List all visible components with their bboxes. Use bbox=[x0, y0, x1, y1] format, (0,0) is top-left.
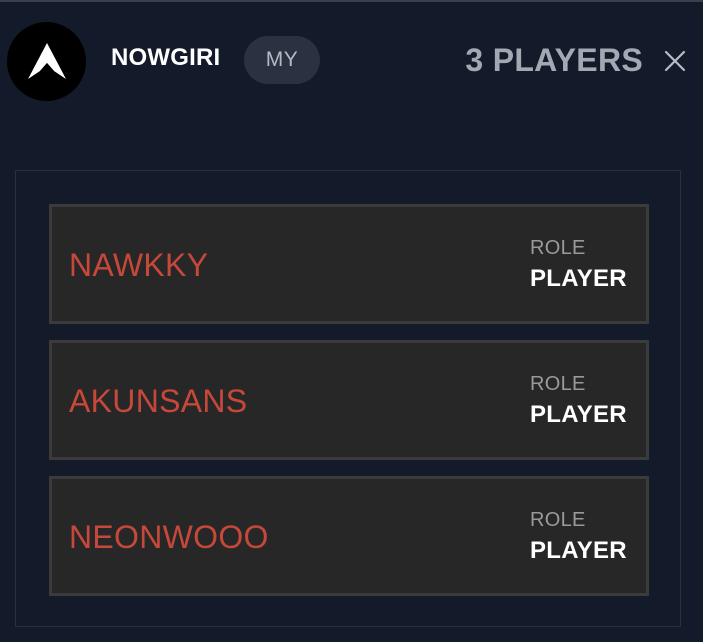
roster-row[interactable]: NAWKKY ROLE PLAYER bbox=[49, 204, 649, 324]
apex-logo-icon bbox=[7, 22, 86, 101]
close-button[interactable] bbox=[660, 46, 690, 76]
role-label: ROLE bbox=[530, 373, 586, 395]
close-icon bbox=[664, 50, 686, 72]
team-name: NOWGIRI bbox=[111, 44, 221, 71]
role-value: PLAYER bbox=[530, 401, 627, 428]
player-name: NAWKKY bbox=[69, 247, 209, 283]
player-name: AKUNSANS bbox=[69, 383, 248, 419]
my-team-badge: MY bbox=[244, 36, 320, 84]
role-value: PLAYER bbox=[530, 265, 627, 292]
roster-row[interactable]: NEONWOOO ROLE PLAYER bbox=[49, 476, 649, 596]
role-value: PLAYER bbox=[530, 537, 627, 564]
role-label: ROLE bbox=[530, 509, 586, 531]
role-label: ROLE bbox=[530, 237, 586, 259]
team-header: NOWGIRI MY 3 PLAYERS bbox=[0, 2, 703, 120]
player-count: 3 PLAYERS bbox=[465, 42, 643, 78]
roster-row[interactable]: AKUNSANS ROLE PLAYER bbox=[49, 340, 649, 460]
player-name: NEONWOOO bbox=[69, 519, 269, 555]
